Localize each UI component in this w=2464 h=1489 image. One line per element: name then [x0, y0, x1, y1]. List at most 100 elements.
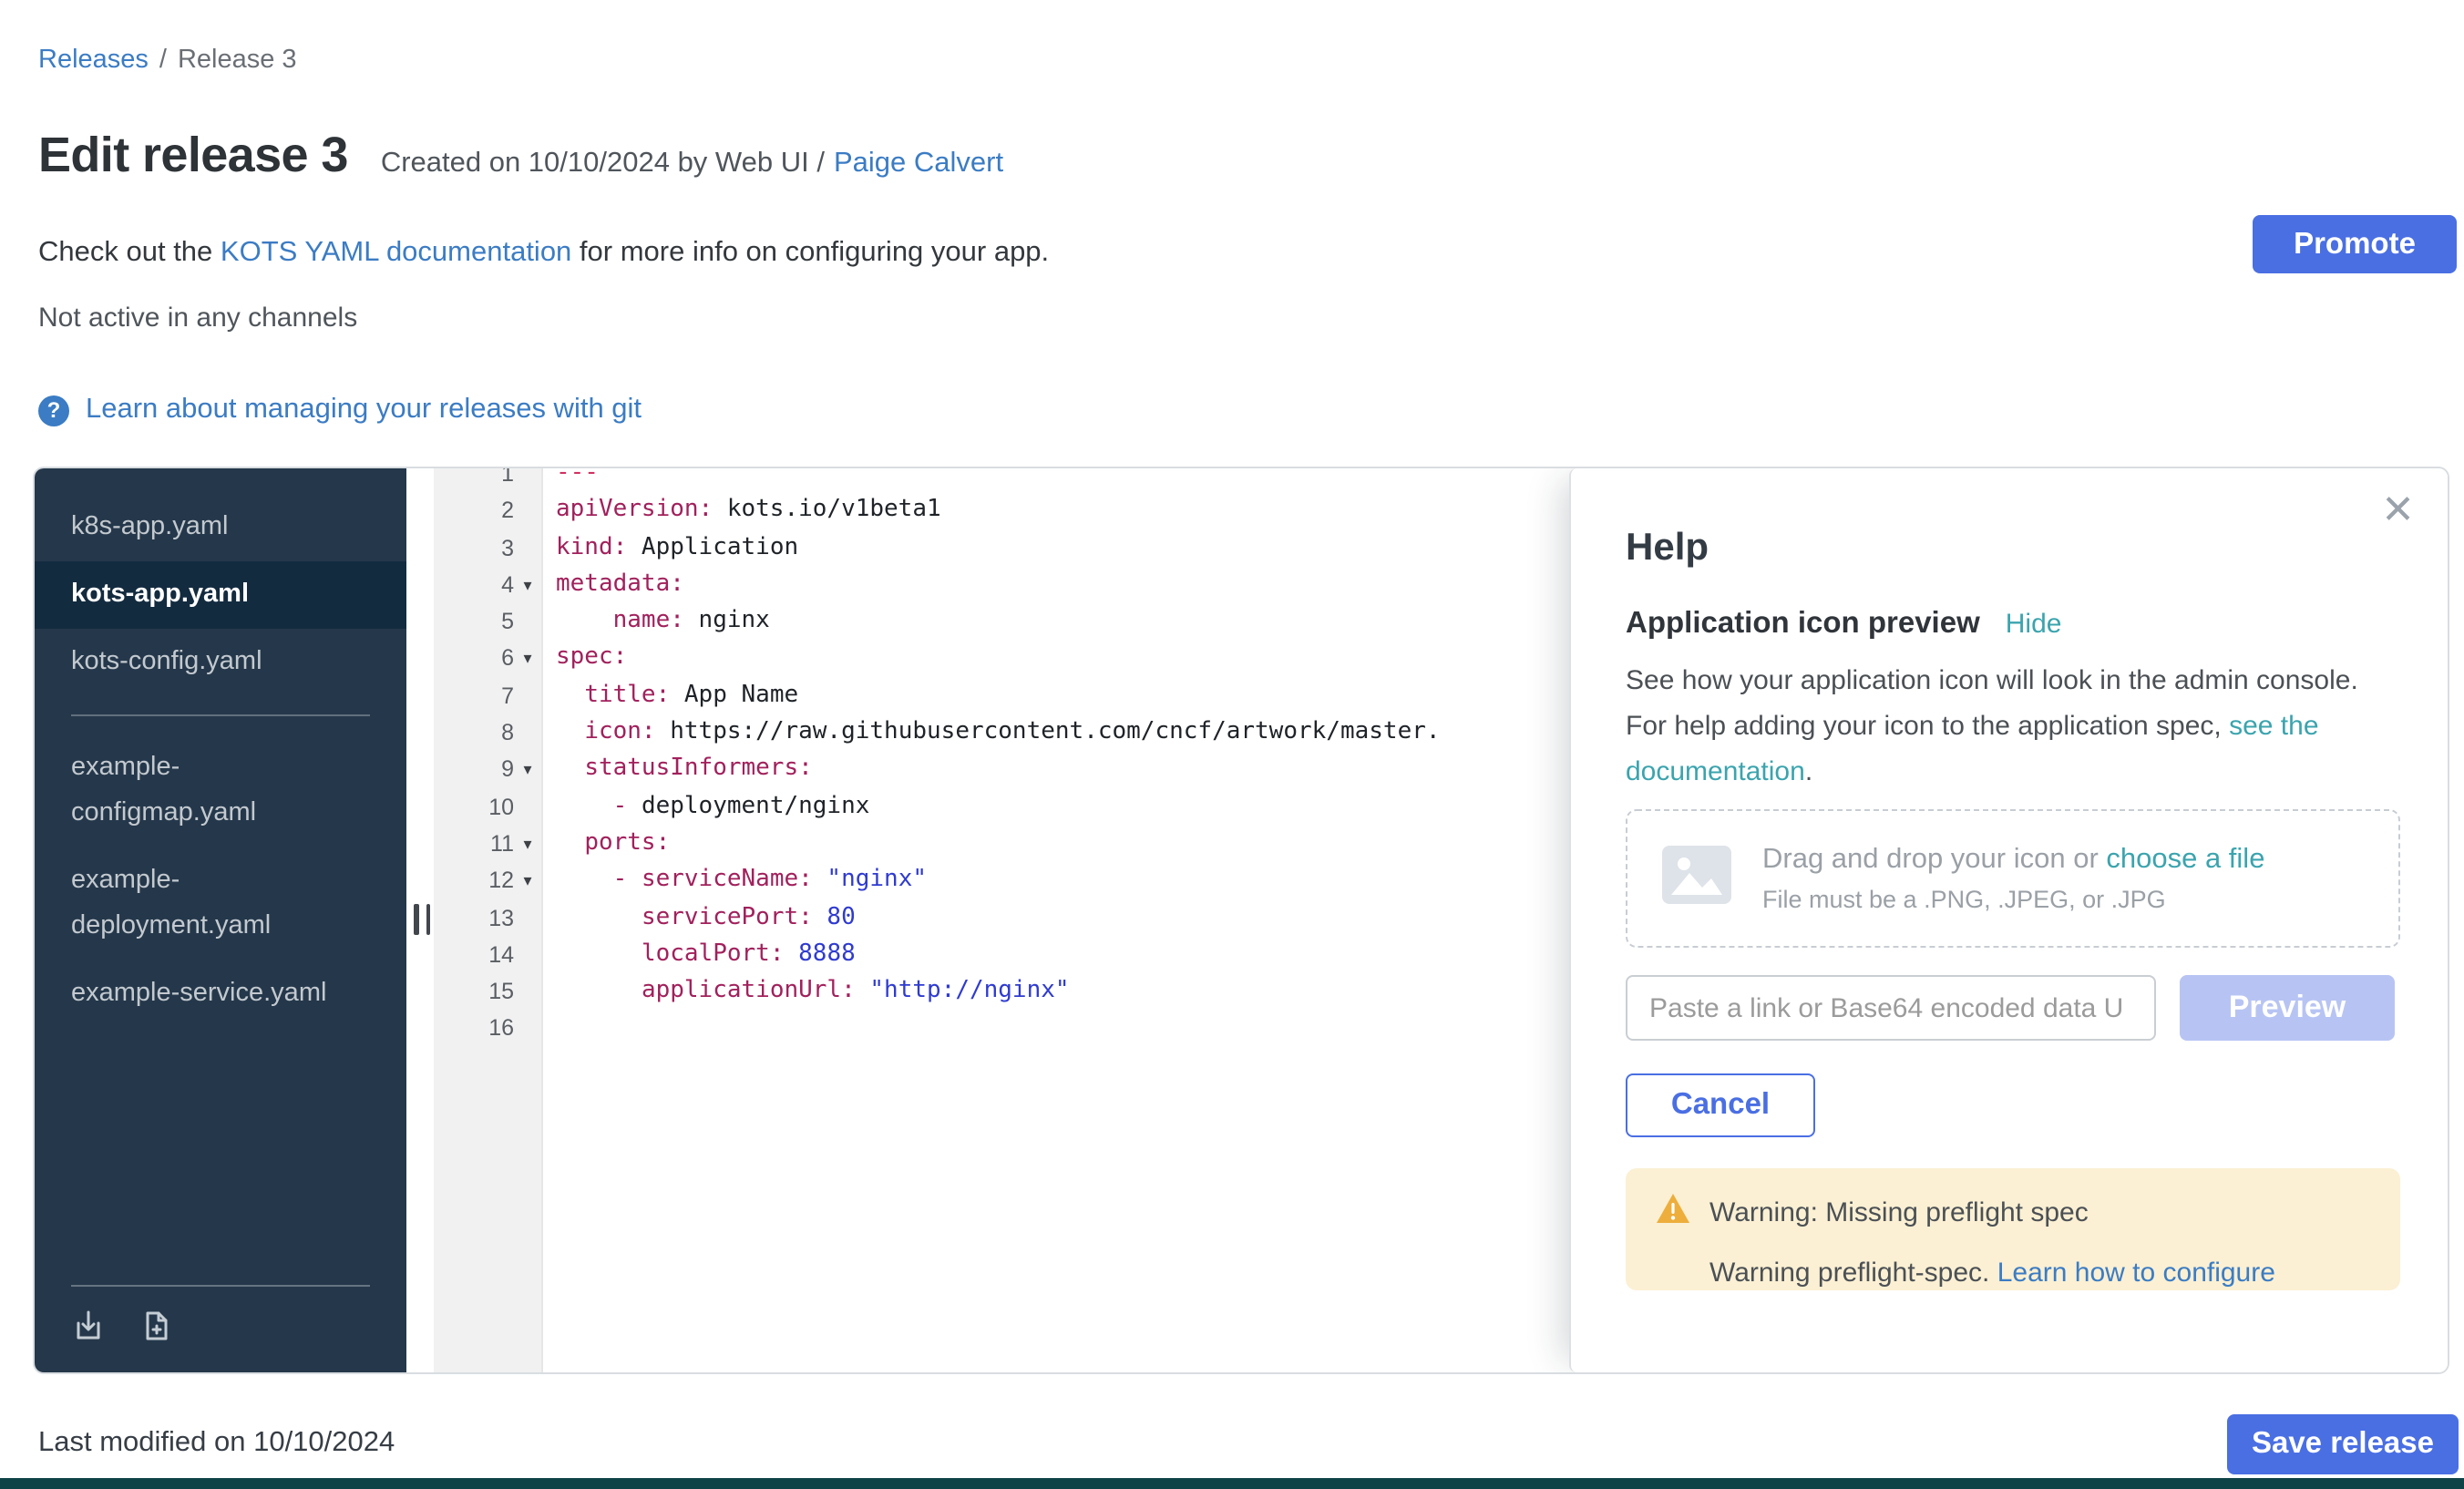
title-row: Edit release 3 Created on 10/10/2024 by …	[38, 128, 1003, 184]
editor-code[interactable]: ---apiVersion: kots.io/v1beta1kind: Appl…	[541, 468, 1569, 1048]
code-line-8[interactable]: icon: https://raw.githubusercontent.com/…	[556, 714, 1569, 752]
code-line-7[interactable]: title: App Name	[556, 678, 1569, 715]
gutter-line-11[interactable]: 11▾	[434, 826, 541, 863]
file-sidebar: k8s-app.yamlkots-app.yamlkots-config.yam…	[35, 468, 406, 1372]
choose-file-link[interactable]: choose a file	[2106, 844, 2264, 875]
sidebar-file-example-service.yaml[interactable]: example-service.yaml	[35, 960, 406, 1028]
channel-status: Not active in any channels	[38, 303, 357, 334]
image-placeholder-icon	[1660, 843, 1733, 914]
breadcrumb-releases-link[interactable]: Releases	[38, 46, 149, 75]
fold-spacer	[514, 973, 541, 1011]
sidebar-file-k8s-app.yaml[interactable]: k8s-app.yaml	[35, 494, 406, 561]
fold-arrow-icon[interactable]: ▾	[514, 641, 541, 678]
help-description-period: .	[1805, 756, 1812, 787]
help-description: See how your application icon will look …	[1626, 658, 2400, 795]
dropzone-text-block: Drag and drop your icon or choose a file…	[1762, 844, 2264, 913]
code-line-14[interactable]: localPort: 8888	[556, 937, 1569, 974]
learn-configure-link[interactable]: Learn how to configure	[1997, 1258, 2275, 1289]
preview-button[interactable]: Preview	[2180, 975, 2395, 1041]
warning-detail-text: Warning preflight-spec.	[1709, 1258, 1997, 1289]
fold-arrow-icon[interactable]: ▾	[514, 863, 541, 900]
hide-link[interactable]: Hide	[2006, 609, 2062, 640]
gutter-line-4[interactable]: 4▾	[434, 567, 541, 604]
fold-spacer	[514, 529, 541, 567]
fold-spacer	[514, 937, 541, 974]
docs-prefix: Check out the	[38, 237, 221, 268]
breadcrumb-separator: /	[159, 46, 167, 75]
fold-arrow-icon[interactable]: ▾	[514, 752, 541, 789]
dropzone-hint: File must be a .PNG, .JPEG, or .JPG	[1762, 886, 2264, 913]
gutter-line-6[interactable]: 6▾	[434, 641, 541, 678]
fold-spacer	[514, 714, 541, 752]
close-icon[interactable]: ✕	[2381, 490, 2415, 530]
docs-suffix: for more info on configuring your app.	[571, 237, 1049, 268]
new-file-icon[interactable]	[139, 1309, 173, 1343]
fold-spacer	[514, 1011, 541, 1048]
fold-arrow-icon[interactable]: ▾	[514, 567, 541, 604]
fold-spacer	[514, 493, 541, 530]
fold-spacer	[514, 468, 541, 493]
promote-button[interactable]: Promote	[2253, 215, 2457, 273]
git-help-row: ? Learn about managing your releases wit…	[38, 394, 642, 426]
code-line-9[interactable]: statusInformers:	[556, 752, 1569, 789]
page: Releases / Release 3 Edit release 3 Create…	[0, 0, 2464, 1489]
code-line-6[interactable]: spec:	[556, 641, 1569, 678]
sidebar-file-example-configmap.yaml[interactable]: example-configmap.yaml	[35, 734, 406, 847]
icon-url-input[interactable]	[1626, 975, 2156, 1041]
code-line-11[interactable]: ports:	[556, 826, 1569, 863]
sidebar-resize-handle[interactable]	[414, 904, 430, 935]
warning-detail: Warning preflight-spec. Learn how to con…	[1709, 1258, 2371, 1289]
author-link[interactable]: Paige Calvert	[834, 148, 1003, 179]
icon-dropzone[interactable]: Drag and drop your icon or choose a file…	[1626, 809, 2400, 948]
file-list: k8s-app.yamlkots-app.yamlkots-config.yam…	[35, 468, 406, 1028]
import-file-icon[interactable]	[71, 1309, 106, 1343]
fold-spacer	[514, 678, 541, 715]
dropzone-text: Drag and drop your icon or choose a file	[1762, 844, 2264, 877]
bottom-strip	[0, 1478, 2464, 1489]
gutter-line-9[interactable]: 9▾	[434, 752, 541, 789]
kots-docs-link[interactable]: KOTS YAML documentation	[221, 237, 571, 268]
gutter-line-15: 15	[434, 973, 541, 1011]
save-release-button[interactable]: Save release	[2227, 1414, 2459, 1474]
gutter-line-10: 10	[434, 788, 541, 826]
gutter-line-13: 13	[434, 899, 541, 937]
fold-spacer	[514, 899, 541, 937]
dropzone-text-prefix: Drag and drop your icon or	[1762, 844, 2106, 875]
gutter-line-12[interactable]: 12▾	[434, 863, 541, 900]
code-line-1[interactable]: ---	[556, 468, 1569, 493]
code-line-4[interactable]: metadata:	[556, 567, 1569, 604]
code-line-16[interactable]	[556, 1011, 1569, 1048]
git-help-link[interactable]: Learn about managing your releases with …	[86, 394, 642, 426]
code-line-5[interactable]: name: nginx	[556, 603, 1569, 641]
question-icon: ?	[38, 395, 69, 426]
fold-spacer	[514, 603, 541, 641]
sidebar-file-example-deployment.yaml[interactable]: example-deployment.yaml	[35, 847, 406, 960]
sidebar-footer	[71, 1285, 370, 1372]
cancel-button[interactable]: Cancel	[1626, 1073, 1815, 1137]
gutter-line-7: 7	[434, 678, 541, 715]
code-line-10[interactable]: - deployment/nginx	[556, 788, 1569, 826]
code-line-2[interactable]: apiVersion: kots.io/v1beta1	[556, 493, 1569, 530]
gutter-line-16: 16	[434, 1011, 541, 1048]
file-list-divider	[71, 714, 370, 716]
code-line-12[interactable]: - serviceName: "nginx"	[556, 863, 1569, 900]
gutter-line-14: 14	[434, 937, 541, 974]
preflight-warning: Warning: Missing preflight spec Warning …	[1626, 1168, 2400, 1290]
sidebar-file-kots-app.yaml[interactable]: kots-app.yaml	[35, 561, 406, 629]
code-line-13[interactable]: servicePort: 80	[556, 899, 1569, 937]
docs-line: Check out the KOTS YAML documentation fo…	[38, 237, 1049, 270]
yaml-editor[interactable]: 1234▾56▾789▾1011▾12▾13141516 ---apiVersi…	[406, 468, 1569, 1372]
page-title: Edit release 3	[38, 128, 348, 184]
gutter-line-1: 1	[434, 468, 541, 493]
release-workbench: k8s-app.yamlkots-app.yamlkots-config.yam…	[33, 467, 2449, 1374]
fold-arrow-icon[interactable]: ▾	[514, 826, 541, 863]
help-title: Help	[1626, 527, 2449, 570]
sidebar-file-kots-config.yaml[interactable]: kots-config.yaml	[35, 629, 406, 696]
code-line-15[interactable]: applicationUrl: "http://nginx"	[556, 973, 1569, 1011]
gutter-line-8: 8	[434, 714, 541, 752]
warning-title-row: Warning: Missing preflight spec	[1655, 1192, 2371, 1232]
breadcrumb-current: Release 3	[178, 46, 297, 75]
code-line-3[interactable]: kind: Application	[556, 529, 1569, 567]
breadcrumb: Releases / Release 3	[38, 46, 297, 75]
fold-spacer	[514, 788, 541, 826]
